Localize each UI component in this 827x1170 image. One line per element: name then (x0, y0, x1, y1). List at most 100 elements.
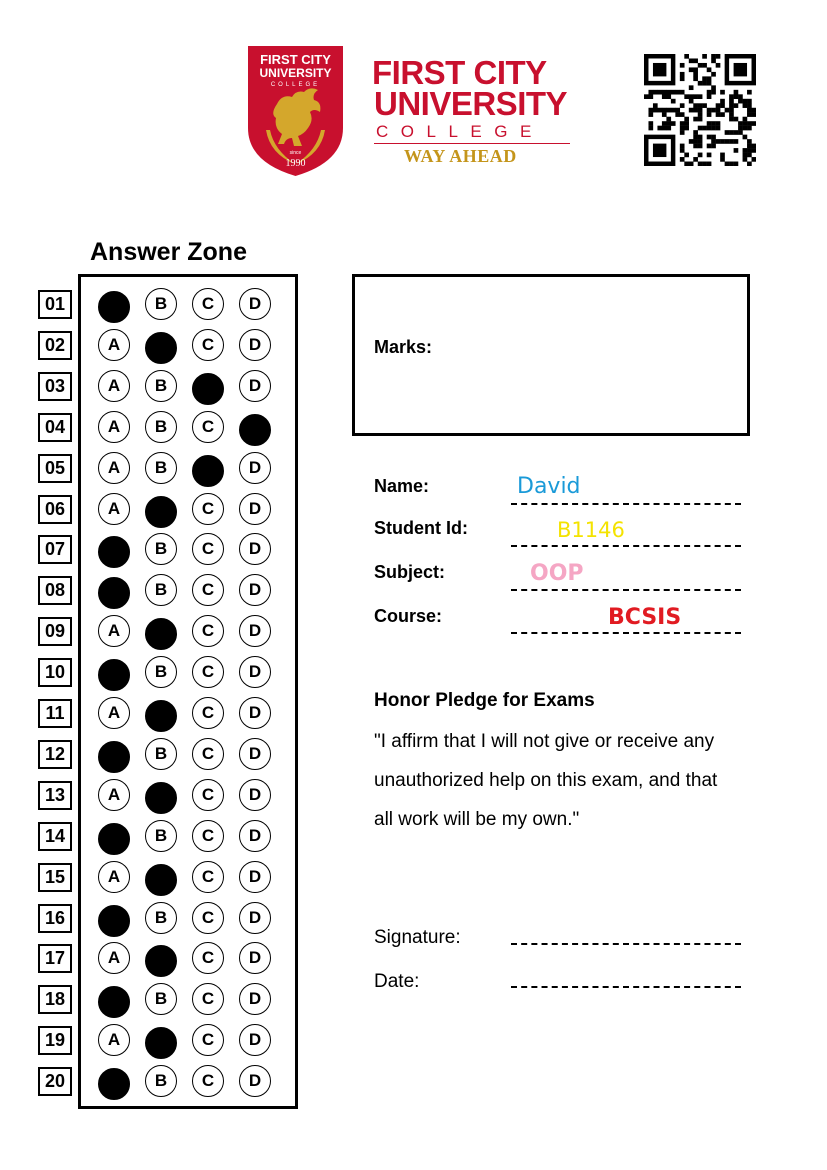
answer-bubble-c[interactable]: C (192, 288, 224, 320)
answer-bubble-b[interactable]: B (145, 819, 177, 852)
answer-bubble-c[interactable]: C (192, 615, 224, 648)
answer-option-label: B (154, 539, 168, 559)
answer-bubble-b[interactable]: B (145, 288, 177, 320)
answer-bubble-c[interactable]: C (192, 1024, 224, 1057)
question-number: 10 (38, 658, 72, 688)
answer-bubble-a[interactable] (98, 1068, 130, 1101)
answer-bubble-c[interactable]: C (192, 1065, 224, 1098)
answer-bubble-d[interactable]: D (239, 615, 271, 648)
question-number: 09 (38, 617, 72, 647)
answer-bubble-b[interactable]: B (145, 410, 177, 443)
answer-bubble-b[interactable] (145, 495, 177, 528)
student-id-value: B1146 (557, 518, 625, 542)
answer-bubble-a[interactable] (98, 740, 130, 773)
answer-bubble-a[interactable] (98, 904, 130, 937)
answer-bubble-b[interactable]: B (145, 656, 177, 689)
answer-option-label: B (154, 907, 168, 927)
answer-bubble-d[interactable]: D (239, 1024, 271, 1057)
answer-bubble-d[interactable]: D (239, 737, 271, 770)
question-number: 01 (38, 290, 72, 319)
answer-bubble-a[interactable]: A (98, 615, 130, 648)
answer-bubble-c[interactable]: C (192, 737, 224, 770)
answer-bubble-d[interactable]: D (239, 656, 271, 689)
answer-option-label: D (248, 1071, 262, 1091)
answer-option-label: C (201, 1071, 215, 1091)
answer-bubble-b[interactable] (145, 1027, 177, 1060)
answer-option-label: D (248, 1030, 262, 1050)
answer-option-label: C (201, 294, 215, 313)
answer-option-label: A (107, 498, 121, 518)
course-field[interactable] (511, 632, 741, 634)
answer-bubble-a[interactable]: A (98, 697, 130, 729)
answer-bubble-c[interactable]: C (192, 328, 224, 361)
answer-bubble-c[interactable] (192, 372, 224, 405)
answer-bubble-d[interactable] (239, 413, 271, 446)
answer-bubble-d[interactable]: D (239, 1065, 271, 1098)
wordmark-divider (374, 143, 570, 144)
answer-bubble-b[interactable]: B (145, 737, 177, 770)
answer-bubble-d[interactable]: D (239, 778, 271, 811)
college-wordmark-logo: FIRST CITY UNIVERSITY COLLEGE WAY AHEAD (370, 52, 580, 172)
answer-bubble-d[interactable]: D (239, 451, 271, 484)
signature-field[interactable] (511, 943, 741, 945)
answer-bubble-d[interactable]: D (239, 288, 271, 320)
answer-bubble-c[interactable]: C (192, 492, 224, 525)
answer-bubble-a[interactable]: A (98, 451, 130, 484)
answer-bubble-d[interactable]: D (239, 697, 271, 729)
answer-bubble-a[interactable] (98, 291, 130, 323)
answer-bubble-a[interactable]: A (98, 778, 130, 811)
answer-bubble-d[interactable]: D (239, 819, 271, 852)
name-label: Name: (374, 476, 430, 496)
answer-bubble-b[interactable] (145, 700, 177, 732)
answer-bubble-b[interactable] (145, 781, 177, 814)
answer-option-label: D (248, 743, 262, 763)
answer-option-label: C (201, 825, 215, 845)
answer-bubble-b[interactable]: B (145, 369, 177, 402)
svg-text:FIRST CITY: FIRST CITY (260, 52, 331, 67)
answer-bubble-b[interactable]: B (145, 451, 177, 484)
answer-bubble-d[interactable]: D (239, 328, 271, 361)
answer-option-label: D (248, 457, 262, 477)
answer-option-label: D (248, 498, 262, 518)
answer-bubble-b[interactable] (145, 331, 177, 364)
answer-option-label: A (107, 457, 121, 477)
answer-bubble-a[interactable] (98, 822, 130, 855)
answer-bubble-c[interactable]: C (192, 410, 224, 443)
answer-option-label: C (201, 539, 215, 559)
answer-bubble-d[interactable]: D (239, 492, 271, 525)
answer-bubble-c[interactable]: C (192, 778, 224, 811)
answer-bubble-c[interactable]: C (192, 819, 224, 852)
name-field[interactable] (511, 503, 741, 505)
answer-bubble-c[interactable]: C (192, 656, 224, 689)
svg-text:1990: 1990 (286, 158, 306, 169)
answer-option-label: D (248, 825, 262, 845)
answer-bubble-b[interactable] (145, 618, 177, 651)
answer-bubble-c[interactable]: C (192, 901, 224, 934)
student-id-field[interactable] (511, 545, 741, 547)
answer-option-label: B (154, 743, 168, 763)
pledge-line: unauthorized help on this exam, and that (374, 770, 718, 791)
answer-bubble-a[interactable]: A (98, 369, 130, 402)
answer-bubble-d[interactable]: D (239, 860, 271, 893)
answer-bubble-c[interactable] (192, 454, 224, 487)
subject-field[interactable] (511, 589, 741, 591)
answer-bubble-c[interactable]: C (192, 697, 224, 729)
answer-bubble-b[interactable] (145, 863, 177, 896)
answer-option-label: D (248, 907, 262, 927)
answer-bubble-a[interactable]: A (98, 492, 130, 525)
answer-bubble-d[interactable]: D (239, 901, 271, 934)
pledge-title: Honor Pledge for Exams (374, 690, 595, 711)
answer-bubble-a[interactable]: A (98, 860, 130, 893)
answer-bubble-a[interactable]: A (98, 328, 130, 361)
question-number: 07 (38, 535, 72, 565)
answer-bubble-a[interactable]: A (98, 1024, 130, 1057)
answer-bubble-a[interactable] (98, 659, 130, 692)
answer-bubble-b[interactable]: B (145, 901, 177, 934)
answer-bubble-d[interactable]: D (239, 369, 271, 402)
date-field[interactable] (511, 986, 741, 988)
date-label: Date: (374, 971, 420, 992)
answer-bubble-b[interactable]: B (145, 1065, 177, 1098)
qr-code-icon (644, 54, 757, 167)
answer-bubble-c[interactable]: C (192, 860, 224, 893)
answer-bubble-a[interactable]: A (98, 410, 130, 443)
